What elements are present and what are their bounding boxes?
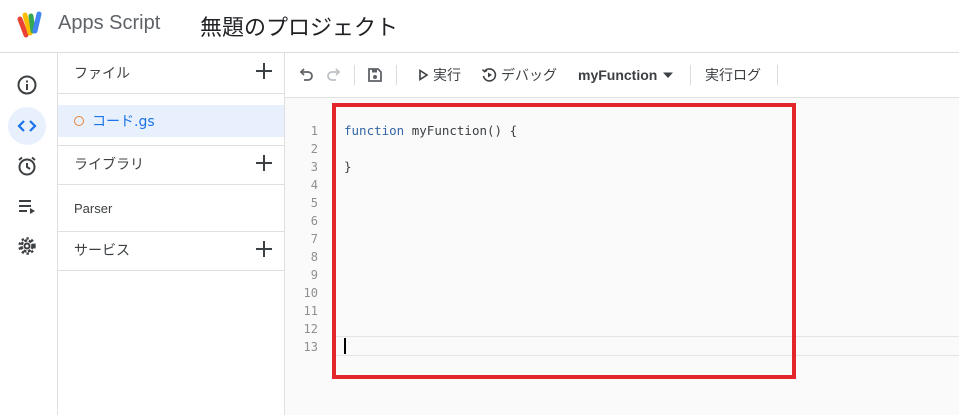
debug-label: デバッグ: [501, 68, 557, 84]
execution-log-button[interactable]: 実行ログ: [705, 53, 761, 97]
triggers-button[interactable]: [8, 147, 46, 185]
info-icon: [17, 75, 37, 95]
function-select[interactable]: myFunction: [578, 53, 675, 97]
app-header: Apps Script 無題のプロジェクト: [0, 0, 959, 53]
highlight-annotation-box: [332, 103, 796, 379]
unsaved-dot-icon: [74, 116, 84, 126]
overview-button[interactable]: [8, 66, 46, 104]
line-number: 13: [303, 340, 318, 354]
line-number: 3: [310, 160, 318, 174]
gear-icon: [18, 237, 36, 255]
line-number: 10: [303, 286, 318, 300]
undo-button[interactable]: [297, 53, 315, 97]
app-name: Apps Script: [58, 12, 161, 34]
redo-icon: [327, 68, 341, 81]
add-file-icon[interactable]: [254, 61, 274, 81]
play-icon: [419, 69, 429, 81]
line-number: 8: [310, 250, 318, 264]
execution-log-label: 実行ログ: [705, 68, 761, 84]
undo-icon: [299, 68, 313, 81]
editor-button[interactable]: [8, 107, 46, 145]
services-section-label: サービス: [74, 243, 130, 259]
debug-button[interactable]: デバッグ: [481, 53, 557, 97]
run-label: 実行: [433, 68, 461, 84]
debug-icon: [481, 68, 497, 82]
files-panel: ファイル コード.gs ライブラリ Parser サービス: [58, 53, 285, 415]
dropdown-arrow-icon: [663, 72, 674, 78]
save-icon: [368, 68, 382, 82]
apps-script-logo-icon[interactable]: [14, 9, 46, 41]
libraries-section-label: ライブラリ: [74, 157, 144, 173]
function-select-label: myFunction: [578, 67, 658, 83]
line-number: 9: [310, 268, 318, 282]
editor-toolbar: 実行 デバッグ myFunction 実行ログ: [285, 53, 959, 98]
services-section-header: サービス: [58, 231, 284, 271]
line-number: 7: [310, 232, 318, 246]
toolbar-divider: [396, 65, 397, 85]
files-section-label: ファイル: [74, 66, 130, 82]
add-service-icon[interactable]: [254, 239, 274, 259]
line-number: 5: [310, 196, 318, 210]
line-number: 6: [310, 214, 318, 228]
save-button[interactable]: [366, 53, 384, 97]
toolbar-divider: [354, 65, 355, 85]
line-number: 1: [310, 124, 318, 138]
redo-button[interactable]: [325, 53, 343, 97]
project-title[interactable]: 無題のプロジェクト: [200, 10, 398, 42]
navigation-rail: [0, 53, 58, 415]
line-number: 4: [310, 178, 318, 192]
run-button[interactable]: 実行: [416, 53, 461, 97]
add-library-icon[interactable]: [254, 153, 274, 173]
toolbar-divider: [777, 65, 778, 85]
alarm-clock-icon: [18, 156, 36, 176]
line-number: 12: [303, 322, 318, 336]
toolbar-divider: [690, 65, 691, 85]
executions-button[interactable]: [8, 187, 46, 225]
executions-icon: [19, 200, 35, 214]
line-number: 11: [303, 304, 318, 318]
settings-button[interactable]: [8, 227, 46, 265]
line-number: 2: [310, 142, 318, 156]
files-section-header: ファイル: [58, 53, 284, 94]
code-icon: [17, 120, 37, 132]
file-item-code-gs[interactable]: コード.gs: [58, 105, 284, 137]
library-item-parser[interactable]: Parser: [74, 201, 112, 216]
libraries-section-header: ライブラリ: [58, 145, 284, 185]
file-item-label: コード.gs: [92, 114, 155, 130]
